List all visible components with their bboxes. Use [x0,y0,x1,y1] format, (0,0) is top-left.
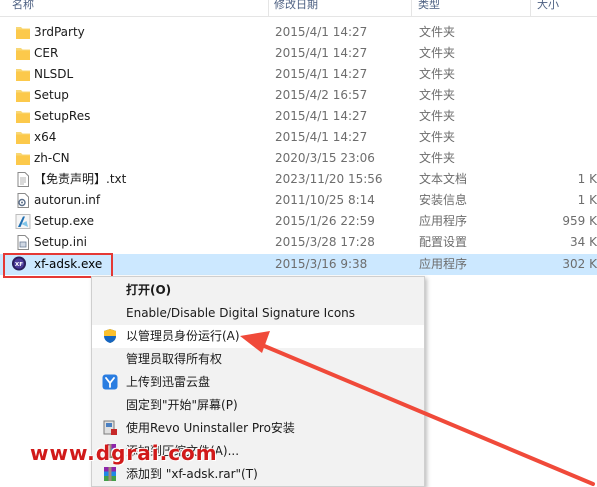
folder-icon [16,132,30,144]
file-type: 文件夹 [419,67,456,81]
file-name: CER [34,46,59,60]
file-type: 应用程序 [419,257,468,271]
column-header-name[interactable]: 名称 [12,0,262,16]
file-size: 34 K [570,235,597,249]
menu-item-upload-xunlei[interactable]: 上传到迅雷云盘 [92,371,424,394]
folder-icon [16,153,30,165]
menu-item-label: 上传到迅雷云盘 [126,375,211,389]
column-header-size[interactable]: 大小 [537,0,592,16]
file-name: Setup.ini [34,235,88,249]
highlight-box [3,253,113,278]
file-date: 2011/10/25 8:14 [275,193,375,207]
file-row[interactable]: Setup.exe 2015/1/26 22:59 应用程序 959 K [0,211,597,232]
column-divider[interactable] [411,0,412,16]
file-date: 2015/4/2 16:57 [275,88,368,102]
file-date: 2023/11/20 15:56 [275,172,383,186]
file-row[interactable]: Setup 2015/4/2 16:57 文件夹 [0,85,597,106]
file-date: 2015/4/1 14:27 [275,46,368,60]
file-type: 应用程序 [419,214,468,228]
file-type: 文件夹 [419,46,456,60]
setup-info-icon [17,193,29,208]
file-date: 2015/4/1 14:27 [275,25,368,39]
menu-item-toggle-signature-icons[interactable]: Enable/Disable Digital Signature Icons [92,302,424,325]
file-name: SetupRes [34,109,91,123]
file-size: 959 K [562,214,597,228]
file-row[interactable]: CER 2015/4/1 14:27 文件夹 [0,43,597,64]
file-name: Setup [34,88,69,102]
file-type: 文件夹 [419,109,456,123]
watermark-text: www.dgrai.com [30,441,218,465]
file-size [530,43,597,64]
folder-icon [16,111,30,123]
file-date: 2015/4/1 14:27 [275,130,368,144]
column-header-date[interactable]: 修改日期 [274,0,409,16]
menu-item-label: 添加到 "xf-adsk.rar"(T) [126,467,258,481]
file-date: 2015/4/1 14:27 [275,109,368,123]
file-size [530,64,597,85]
menu-item-label: 打开(O) [126,283,172,297]
file-date: 2015/1/26 22:59 [275,214,375,228]
column-divider[interactable] [268,0,269,16]
uac-shield-icon [104,329,116,343]
file-date: 2015/3/28 17:28 [275,235,375,249]
folder-icon [16,90,30,102]
file-name: 【免责声明】.txt [34,172,127,186]
menu-item-label: 使用Revo Uninstaller Pro安装 [126,421,295,435]
menu-item-revo-install[interactable]: 使用Revo Uninstaller Pro安装 [92,417,424,440]
file-type: 配置设置 [419,235,468,249]
file-name: zh-CN [34,151,70,165]
file-row[interactable]: 【免责声明】.txt 2023/11/20 15:56 文本文档 1 K [0,169,597,190]
file-row[interactable]: zh-CN 2020/3/15 23:06 文件夹 [0,148,597,169]
file-name: 3rdParty [34,25,85,39]
file-name: x64 [34,130,57,144]
file-size [530,127,597,148]
column-header-type[interactable]: 类型 [418,0,523,16]
file-size: 1 K [577,193,597,207]
text-file-icon [17,172,29,187]
menu-item-label: 管理员取得所有权 [126,352,223,366]
file-type: 文件夹 [419,88,456,102]
file-type: 文件夹 [419,25,456,39]
menu-item-label: Enable/Disable Digital Signature Icons [126,306,356,320]
file-date: 2015/3/16 9:38 [275,257,368,271]
winrar-icon [104,467,116,481]
menu-item-take-ownership[interactable]: 管理员取得所有权 [92,348,424,371]
menu-item-label: 固定到"开始"屏幕(P) [126,398,238,412]
menu-item-add-to-rar[interactable]: 添加到 "xf-adsk.rar"(T) [92,463,424,486]
file-name: Setup.exe [34,214,95,228]
ini-file-icon [17,235,29,250]
file-row[interactable]: x64 2015/4/1 14:27 文件夹 [0,127,597,148]
folder-icon [16,27,30,39]
file-date: 2015/4/1 14:27 [275,67,368,81]
menu-item-run-as-admin[interactable]: 以管理员身份运行(A) [92,325,424,348]
column-divider[interactable] [530,0,531,16]
column-header: 名称 修改日期 类型 大小 [0,0,597,17]
file-row[interactable]: autorun.inf 2011/10/25 8:14 安装信息 1 K [0,190,597,211]
file-type: 安装信息 [419,193,468,207]
file-size [530,85,597,106]
menu-item-pin-to-start[interactable]: 固定到"开始"屏幕(P) [92,394,424,417]
xunlei-icon [102,374,118,390]
file-date: 2020/3/15 23:06 [275,151,375,165]
file-row[interactable]: SetupRes 2015/4/1 14:27 文件夹 [0,106,597,127]
file-row[interactable]: NLSDL 2015/4/1 14:27 文件夹 [0,64,597,85]
file-type: 文件夹 [419,130,456,144]
file-size: 1 K [577,172,597,186]
file-type: 文本文档 [419,172,468,186]
file-size [530,148,597,169]
autodesk-app-icon [15,214,31,229]
menu-item-open[interactable]: 打开(O) [92,279,424,302]
file-name: autorun.inf [34,193,101,207]
menu-item-label: 以管理员身份运行(A) [126,329,240,343]
file-name: NLSDL [34,67,74,81]
folder-icon [16,48,30,60]
file-size [530,106,597,127]
revo-icon [103,420,117,435]
file-size [530,22,597,43]
file-row[interactable]: Setup.ini 2015/3/28 17:28 配置设置 34 K [0,232,597,253]
file-type: 文件夹 [419,151,456,165]
file-size: 302 K [562,257,597,271]
file-row[interactable]: 3rdParty 2015/4/1 14:27 文件夹 [0,22,597,43]
folder-icon [16,69,30,81]
